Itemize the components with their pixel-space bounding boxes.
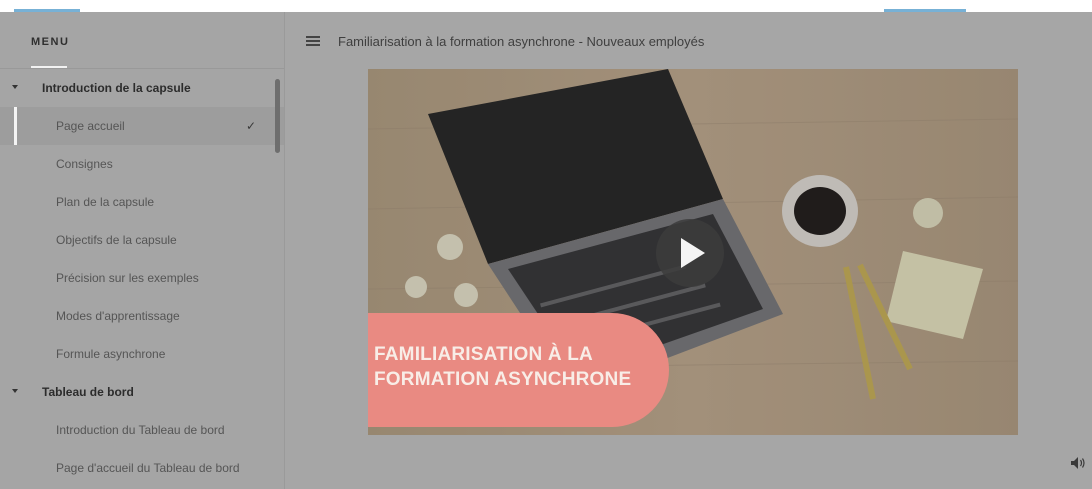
sidebar-scrollbar[interactable] — [275, 79, 280, 153]
section-label: Tableau de bord — [42, 385, 134, 399]
sidebar-menu: MENU Introduction de la capsule Page acc… — [0, 12, 285, 489]
menu-item-label: Introduction du Tableau de bord — [56, 423, 225, 437]
menu-item-label: Page d'accueil du Tableau de bord — [56, 461, 240, 475]
section-tableau-de-bord[interactable]: Tableau de bord — [0, 373, 284, 411]
menu-item-label: Plan de la capsule — [56, 195, 155, 209]
menu-item-label: Modes d'apprentissage — [56, 309, 180, 323]
check-icon: ✓ — [246, 119, 257, 133]
volume-icon[interactable] — [1071, 457, 1087, 469]
menu-item-plan[interactable]: Plan de la capsule — [0, 183, 284, 221]
menu-item-label: Précision sur les exemples — [56, 271, 199, 285]
play-icon — [681, 238, 705, 268]
section-introduction[interactable]: Introduction de la capsule — [0, 69, 284, 107]
video-title-line-2: FORMATION ASYNCHRONE — [374, 369, 632, 390]
menu-item-label: Consignes — [56, 157, 113, 171]
course-header: Familiarisation à la formation asynchron… — [285, 12, 1092, 69]
menu-item-precision[interactable]: Précision sur les exemples — [0, 259, 284, 297]
course-title: Familiarisation à la formation asynchron… — [338, 34, 705, 49]
menu-item-accueil-tableau[interactable]: Page d'accueil du Tableau de bord — [0, 449, 284, 487]
menu-item-consignes[interactable]: Consignes — [0, 145, 284, 183]
play-button[interactable] — [656, 219, 724, 287]
menu-item-page-accueil[interactable]: Page accueil ✓ — [0, 107, 284, 145]
section-label: Introduction de la capsule — [42, 81, 191, 95]
menu-item-modes[interactable]: Modes d'apprentissage — [0, 297, 284, 335]
menu-list: Introduction de la capsule Page accueil … — [0, 69, 284, 487]
menu-item-formule[interactable]: Formule asynchrone — [0, 335, 284, 373]
caret-down-icon — [12, 85, 18, 89]
menu-header: MENU — [0, 12, 284, 69]
hamburger-icon[interactable] — [306, 36, 320, 46]
caret-down-icon — [12, 389, 18, 393]
menu-item-label: Objectifs de la capsule — [56, 233, 177, 247]
menu-title-underline — [31, 66, 67, 68]
video-title: FAMILIARISATION À LA FORMATION ASYNCHRON… — [374, 342, 631, 392]
video-title-line-1: FAMILIARISATION À LA — [374, 344, 593, 365]
menu-item-intro-tableau[interactable]: Introduction du Tableau de bord — [0, 411, 284, 449]
menu-item-objectifs[interactable]: Objectifs de la capsule — [0, 221, 284, 259]
active-indicator — [14, 107, 17, 145]
menu-item-label: Formule asynchrone — [56, 347, 166, 361]
menu-item-label: Page accueil — [56, 119, 125, 133]
menu-title: MENU — [31, 36, 70, 48]
